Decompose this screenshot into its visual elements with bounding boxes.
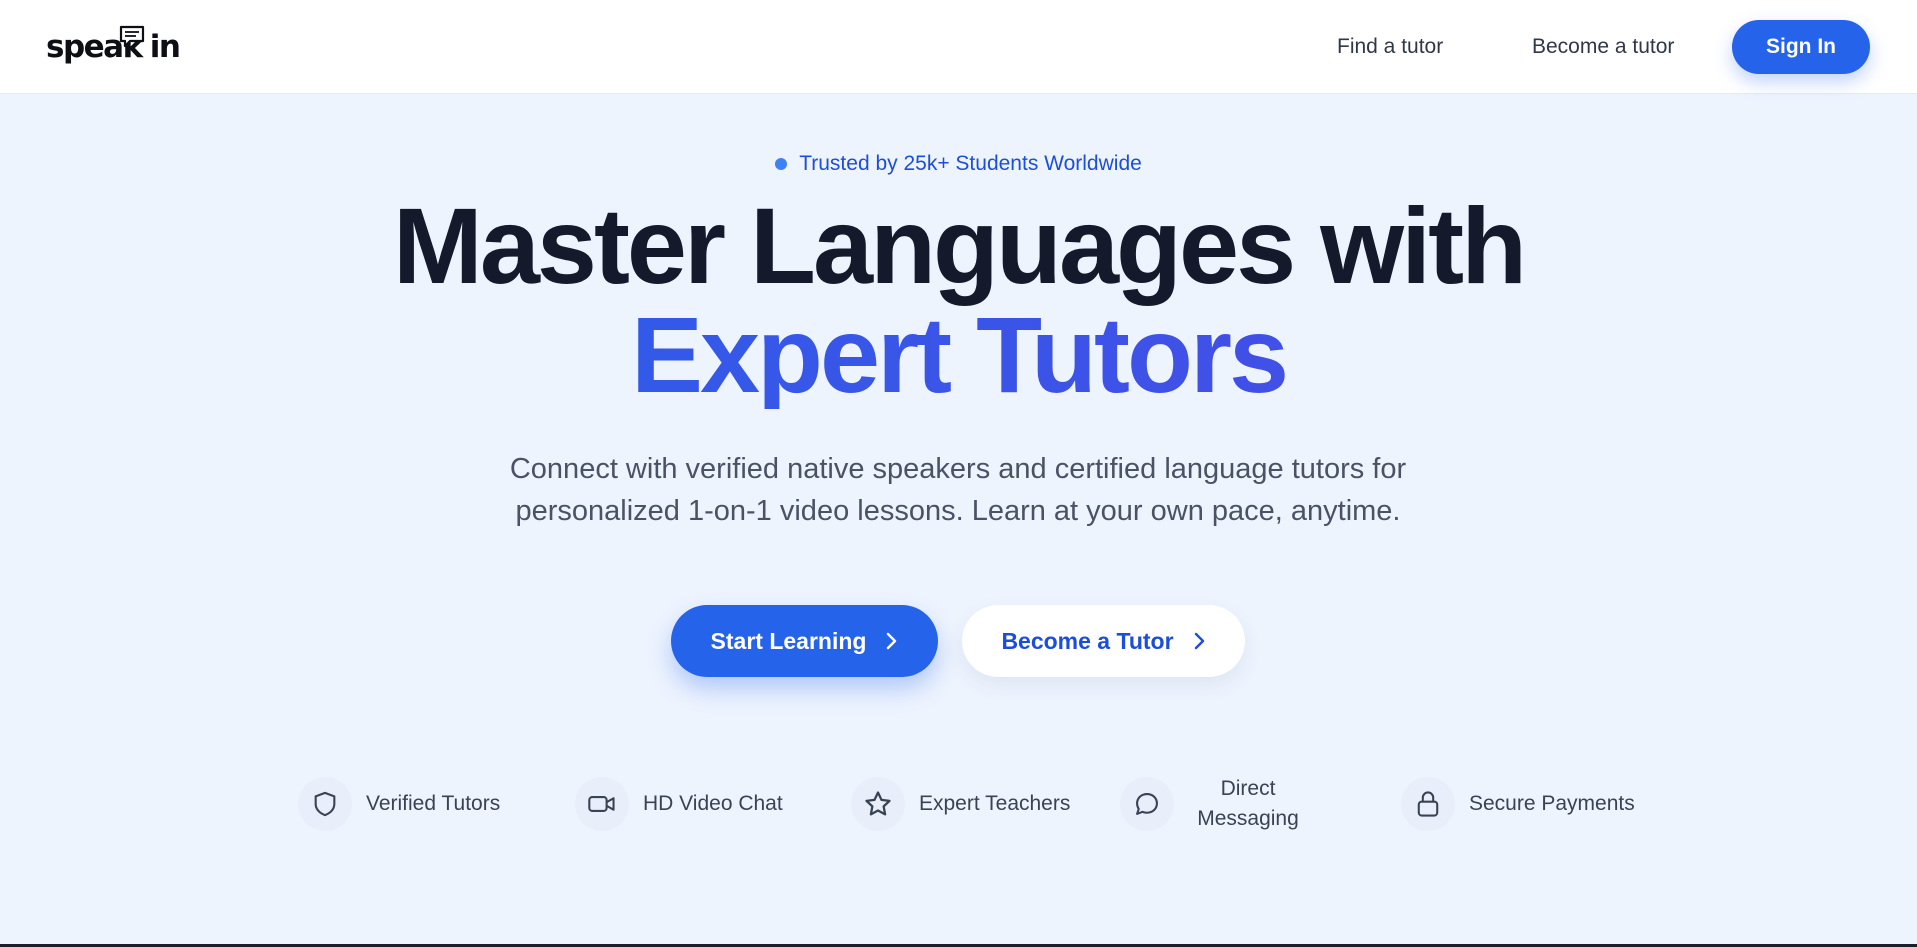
lock-icon	[1417, 791, 1439, 817]
chat-bubble-icon	[1136, 793, 1158, 815]
hero-subtitle: Connect with verified native speakers an…	[458, 448, 1458, 532]
feature-expert-teachers: Expert Teachers	[851, 775, 1070, 833]
hero-title-line2: Expert Tutors	[0, 301, 1917, 409]
feature-secure-payments: Secure Payments	[1401, 775, 1635, 833]
feature-hd-video-chat: HD Video Chat	[575, 775, 783, 833]
feature-label: Verified Tutors	[366, 792, 501, 815]
start-learning-label: Start Learning	[710, 627, 867, 654]
speakin-logo[interactable]: speak in	[46, 25, 181, 71]
top-navbar: speak in Find a tutor Become a tutor Sign…	[0, 0, 1917, 94]
trust-badge-text: Trusted by 25k+ Students Worldwide	[799, 152, 1142, 175]
chat-bubble-logo-icon	[119, 25, 145, 48]
hero-subtitle-line1: Connect with verified native speakers an…	[509, 453, 1407, 485]
feature-label: Secure Payments	[1469, 792, 1635, 815]
hero-subtitle-line2: personalized 1-on-1 video lessons. Learn…	[515, 495, 1401, 527]
nav-become-tutor-link[interactable]: Become a tutor	[1532, 35, 1674, 59]
trust-badge: Trusted by 25k+ Students Worldwide	[0, 152, 1917, 176]
feature-label: Expert Teachers	[919, 792, 1071, 815]
feature-label: HD Video Chat	[643, 792, 783, 815]
chevron-right-icon	[1194, 632, 1204, 650]
feature-verified-tutors: Verified Tutors	[298, 775, 500, 833]
feature-label: Direct Messaging	[1197, 777, 1299, 830]
shield-icon	[314, 791, 336, 817]
start-learning-button[interactable]: Start Learning	[671, 605, 938, 677]
status-dot-icon	[775, 158, 788, 170]
feature-direct-messaging: Direct Messaging	[1120, 775, 1308, 833]
become-tutor-label: Become a Tutor	[1001, 627, 1174, 654]
hero-title-line1: Master Languages with	[392, 185, 1527, 306]
chevron-right-icon	[887, 632, 897, 650]
star-icon	[865, 791, 891, 816]
logo-wordmark: speak in	[46, 29, 181, 65]
nav-find-tutor-link[interactable]: Find a tutor	[1337, 35, 1443, 59]
sign-in-button[interactable]: Sign In	[1732, 20, 1870, 74]
video-camera-icon	[588, 796, 615, 812]
become-tutor-button[interactable]: Become a Tutor	[962, 605, 1245, 677]
